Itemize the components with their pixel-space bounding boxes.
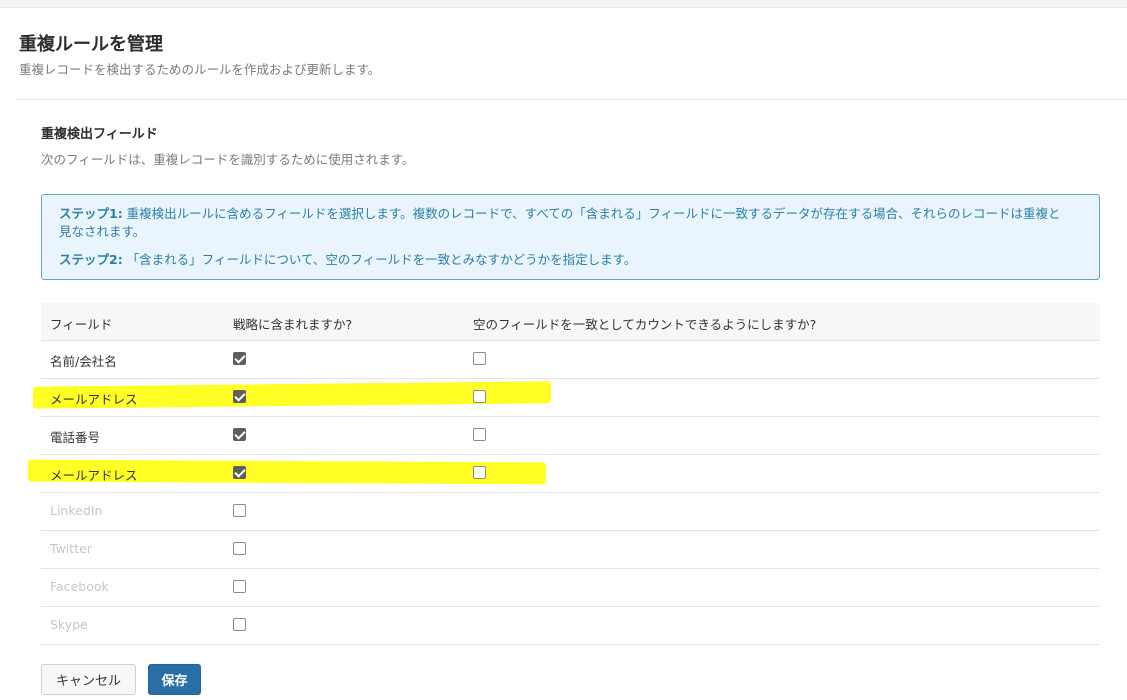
include-checkbox[interactable] (233, 352, 246, 365)
field-name: 名前/会社名 (50, 354, 117, 369)
table-row: 電話番号 (41, 416, 1100, 455)
field-name: 電話番号 (50, 430, 101, 445)
step2-label: ステップ2: (59, 252, 123, 267)
info-step2: ステップ2: 「含まれる」フィールドについて、空のフィールドを一致とみなすかどう… (59, 251, 1069, 269)
cancel-button[interactable]: キャンセル (41, 664, 136, 695)
include-checkbox[interactable] (233, 618, 246, 631)
top-strip (0, 0, 1127, 8)
table-row: Facebook (41, 568, 1100, 607)
field-name: メールアドレス (50, 468, 138, 483)
include-checkbox[interactable] (233, 466, 246, 479)
save-button[interactable]: 保存 (148, 664, 201, 695)
field-name: Skype (50, 617, 88, 632)
column-header-allow-blank: 空のフィールドを一致としてカウントできるようにしますか? (473, 317, 817, 332)
allow-blank-checkbox[interactable] (473, 428, 486, 441)
info-step1: ステップ1: 重複検出ルールに含めるフィールドを選択します。複数のレコードで、す… (59, 205, 1069, 241)
step1-label: ステップ1: (59, 206, 123, 221)
include-checkbox[interactable] (233, 428, 246, 441)
include-checkbox[interactable] (233, 542, 246, 555)
section-description: 次のフィールドは、重複レコードを識別するために使用されます。 (41, 152, 415, 167)
field-name: Facebook (50, 579, 109, 594)
allow-blank-checkbox[interactable] (473, 466, 486, 479)
column-header-field: フィールド (50, 317, 113, 332)
field-name: Twitter (50, 541, 92, 556)
field-name: LinkedIn (50, 503, 103, 518)
step1-text: 重複検出ルールに含めるフィールドを選択します。複数のレコードで、すべての「含まれ… (59, 206, 1061, 239)
section-title: 重複検出フィールド (41, 127, 158, 142)
table-row: メールアドレス (41, 454, 1100, 493)
table-row: LinkedIn (41, 492, 1100, 531)
column-header-included: 戦略に含まれますか? (233, 317, 353, 332)
include-checkbox[interactable] (233, 580, 246, 593)
info-box: ステップ1: 重複検出ルールに含めるフィールドを選択します。複数のレコードで、す… (41, 194, 1100, 280)
allow-blank-checkbox[interactable] (473, 390, 486, 403)
include-checkbox[interactable] (233, 504, 246, 517)
include-checkbox[interactable] (233, 390, 246, 403)
header-divider (17, 99, 1127, 100)
page-title: 重複ルールを管理 (19, 34, 163, 55)
allow-blank-checkbox[interactable] (473, 352, 486, 365)
table-row: Twitter (41, 530, 1100, 569)
page-subtitle: 重複レコードを検出するためのルールを作成および更新します。 (19, 62, 381, 77)
field-name: メールアドレス (50, 392, 138, 407)
table-row: 名前/会社名 (41, 340, 1100, 379)
step2-text: 「含まれる」フィールドについて、空のフィールドを一致とみなすかどうかを指定します… (122, 252, 637, 267)
table-header: フィールド 戦略に含まれますか? 空のフィールドを一致としてカウントできるように… (41, 303, 1100, 341)
table-row: メールアドレス (41, 378, 1100, 417)
table-row: Skype (41, 606, 1100, 645)
